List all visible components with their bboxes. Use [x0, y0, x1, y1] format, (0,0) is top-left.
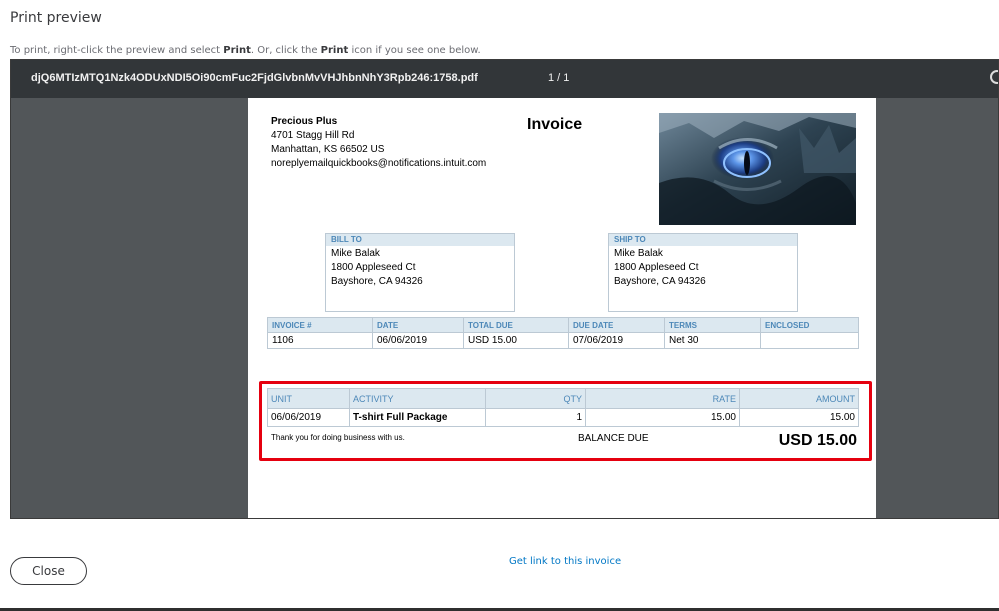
date-value: 06/06/2019 [372, 332, 464, 349]
rotate-icon[interactable] [990, 70, 998, 84]
date-header: DATE [372, 317, 464, 333]
table-row: 06/06/2019 T-shirt Full Package 1 15.00 … [267, 408, 859, 427]
bill-to-address-line-1: 1800 Appleseed Ct [331, 262, 416, 273]
close-button[interactable]: Close [10, 557, 87, 585]
item-qty: 1 [485, 408, 586, 427]
item-amount: 15.00 [739, 408, 859, 427]
enclosed-value [760, 332, 859, 349]
company-info: Precious Plus 4701 Stagg Hill Rd Manhatt… [271, 115, 486, 171]
item-activity: T-shirt Full Package [349, 408, 486, 427]
due-date-header: DUE DATE [568, 317, 665, 333]
item-unit: 06/06/2019 [267, 408, 350, 427]
bill-to-address-line-2: Bayshore, CA 94326 [331, 276, 423, 287]
line-items-table: UNIT ACTIVITY QTY RATE AMOUNT 06/06/2019… [267, 388, 859, 427]
pdf-toolbar: djQ6MTIzMTQ1Nzk4ODUxNDI5Oi90cmFuc2FjdGlv… [11, 60, 998, 98]
invoice-number-value: 1106 [267, 332, 373, 349]
amount-header: AMOUNT [739, 388, 859, 409]
invoice-heading: Invoice [527, 116, 583, 133]
company-address-line-2: Manhattan, KS 66502 US [271, 144, 385, 155]
activity-header: ACTIVITY [349, 388, 486, 409]
dragon-eye-image [659, 113, 856, 225]
invoice-meta-table: INVOICE # DATE TOTAL DUE DUE DATE TERMS … [267, 317, 859, 349]
pdf-page-count: 1 / 1 [548, 72, 570, 84]
thank-you-message: Thank you for doing business with us. [271, 433, 405, 442]
total-due-header: TOTAL DUE [463, 317, 569, 333]
balance-due-value: USD 15.00 [778, 432, 857, 449]
qty-header: QTY [485, 388, 586, 409]
invoice-page: Precious Plus 4701 Stagg Hill Rd Manhatt… [248, 98, 876, 518]
item-rate: 15.00 [585, 408, 740, 427]
company-logo-image [659, 113, 856, 225]
total-due-value: USD 15.00 [463, 332, 569, 349]
bill-to-label: BILL TO [326, 234, 514, 246]
balance-due-label: BALANCE DUE [578, 433, 649, 444]
ship-to-address-line-2: Bayshore, CA 94326 [614, 276, 706, 287]
pdf-file-name: djQ6MTIzMTQ1Nzk4ODUxNDI5Oi90cmFuc2FjdGlv… [31, 72, 478, 84]
company-email: noreplyemailquickbooks@notifications.int… [271, 158, 487, 169]
pdf-viewer[interactable]: djQ6MTIzMTQ1Nzk4ODUxNDI5Oi90cmFuc2FjdGlv… [10, 59, 999, 519]
bill-to-name: Mike Balak [331, 248, 380, 259]
bill-to-box: BILL TO Mike Balak 1800 Appleseed Ct Bay… [325, 233, 515, 312]
terms-header: TERMS [664, 317, 761, 333]
unit-header: UNIT [267, 388, 350, 409]
ship-to-address-line-1: 1800 Appleseed Ct [614, 262, 699, 273]
get-invoice-link[interactable]: Get link to this invoice [509, 556, 621, 567]
dialog-title: Print preview [10, 10, 102, 26]
table-row: 1106 06/06/2019 USD 15.00 07/06/2019 Net… [267, 332, 859, 349]
terms-value: Net 30 [664, 332, 761, 349]
enclosed-header: ENCLOSED [760, 317, 859, 333]
print-instructions: To print, right-click the preview and se… [10, 45, 481, 56]
due-date-value: 07/06/2019 [568, 332, 665, 349]
company-name: Precious Plus [271, 116, 338, 127]
company-address-line-1: 4701 Stagg Hill Rd [271, 130, 355, 141]
invoice-number-header: INVOICE # [267, 317, 373, 333]
ship-to-name: Mike Balak [614, 248, 663, 259]
ship-to-label: SHIP TO [609, 234, 797, 246]
ship-to-box: SHIP TO Mike Balak 1800 Appleseed Ct Bay… [608, 233, 798, 312]
rate-header: RATE [585, 388, 740, 409]
